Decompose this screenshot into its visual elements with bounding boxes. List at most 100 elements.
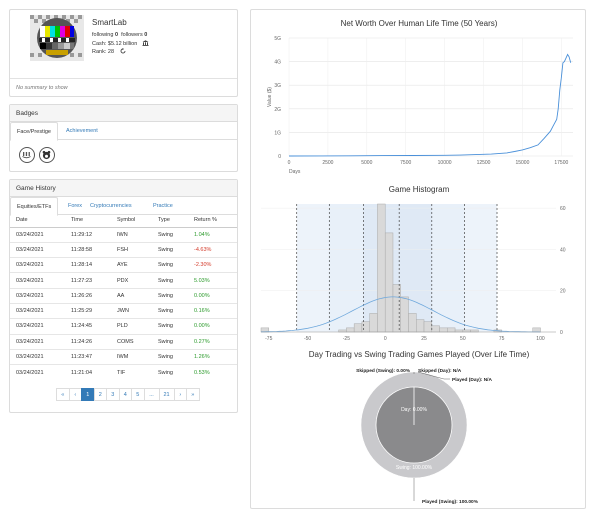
pie-outer-label: Played (Day): N/A xyxy=(452,377,493,383)
x-tick-label: -50 xyxy=(304,336,311,342)
cell-date: 03/24/2021 xyxy=(10,364,65,380)
profile-summary: No summary to show xyxy=(10,78,237,97)
page-link-2[interactable]: 1 xyxy=(81,388,95,401)
page-link-4[interactable]: 3 xyxy=(106,388,120,401)
cell-type: Swing xyxy=(152,241,188,258)
cell-time: 11:25:29 xyxy=(65,302,111,319)
rank-value: Rank: 28 xyxy=(92,49,115,55)
histogram-bar xyxy=(416,319,425,333)
cell-ret: 1.04% xyxy=(188,226,237,243)
x-tick-label: 50 xyxy=(460,336,466,342)
x-tick-label: 0 xyxy=(288,160,291,166)
x-tick-label: -25 xyxy=(343,336,350,342)
cell-symbol: JWN xyxy=(111,302,152,319)
col-return[interactable]: Return % xyxy=(188,214,237,228)
tab-face-prestige[interactable]: Face/Prestige xyxy=(10,122,58,141)
cell-symbol: AA xyxy=(111,287,152,304)
x-tick-label: 0 xyxy=(384,336,387,342)
networth-series-line xyxy=(288,53,572,157)
cell-time: 11:26:26 xyxy=(65,287,111,304)
histogram-bar xyxy=(361,321,370,333)
cell-date: 03/24/2021 xyxy=(10,226,65,243)
y-tick-label: 60 xyxy=(560,206,566,212)
cell-type: Swing xyxy=(152,272,188,289)
cell-type: Swing xyxy=(152,302,188,319)
bank-icon[interactable] xyxy=(142,40,149,46)
tab-practice[interactable]: Practice xyxy=(147,197,179,215)
x-tick-label: 100 xyxy=(536,336,545,342)
col-type[interactable]: Type xyxy=(152,214,188,228)
cell-date: 03/24/2021 xyxy=(10,241,65,258)
table-row[interactable]: 03/24/2021 11:23:47 IWM Swing 1.26% xyxy=(10,348,237,365)
cell-date: 03/24/2021 xyxy=(10,287,65,304)
histogram-bar xyxy=(408,313,417,333)
cash-value: Cash: $5.12 billion xyxy=(92,41,138,47)
following-label[interactable]: following xyxy=(92,32,113,38)
networth-line-chart[interactable]: 0 1G 2G 3G 4G 5G 0 2500 5000 7500 10000 12500 15000 1… xyxy=(251,30,587,200)
cell-symbol: AYE xyxy=(111,257,152,273)
cell-ret: 1.26% xyxy=(188,348,237,365)
tab-achievement[interactable]: Achievement xyxy=(60,122,104,140)
networth-chart-title: Net Worth Over Human Life Time (50 Years… xyxy=(340,19,498,28)
histogram-bar xyxy=(400,296,409,333)
cell-date: 03/24/2021 xyxy=(10,272,65,289)
cell-type: Swing xyxy=(152,333,188,350)
badges-panel: Badges Face/Prestige Achievement xyxy=(9,104,238,172)
histogram-bar xyxy=(431,325,440,333)
badge-piggy-icon[interactable] xyxy=(19,147,35,163)
cell-ret: 0.00% xyxy=(188,318,237,335)
cell-symbol: PLD xyxy=(111,318,152,335)
day-swing-pie-chart[interactable]: Day: 0.00% Swing: 100.00% Skipped (Swing):… xyxy=(251,362,587,510)
table-row[interactable]: 03/24/2021 11:28:58 FSH Swing -4.63% xyxy=(10,241,237,258)
history-title: Game History xyxy=(10,180,237,197)
col-date[interactable]: Date xyxy=(10,214,65,228)
charts-panel: Net Worth Over Human Life Time (50 Years… xyxy=(250,9,586,509)
cell-time: 11:28:58 xyxy=(65,241,111,258)
page-link-8[interactable]: 21 xyxy=(158,388,175,401)
histogram-bar xyxy=(470,329,479,333)
col-time[interactable]: Time xyxy=(65,214,111,228)
table-row[interactable]: 03/24/2021 11:26:26 AA Swing 0.00% xyxy=(10,287,237,304)
y-tick-label: 40 xyxy=(560,247,566,253)
x-tick-label: 15000 xyxy=(515,160,529,166)
table-row[interactable]: 03/24/2021 11:29:12 IWN Swing 1.04% xyxy=(10,226,237,243)
pie-outer-label: Skipped (Day): N/A xyxy=(418,368,462,374)
histogram-bar xyxy=(384,232,394,333)
page-link-5[interactable]: 4 xyxy=(118,388,132,401)
table-row[interactable]: 03/24/2021 11:24:45 PLD Swing 0.00% xyxy=(10,318,237,335)
page-link-7[interactable]: ... xyxy=(143,388,160,401)
x-tick-label: 7500 xyxy=(400,160,411,166)
table-row[interactable]: 03/24/2021 11:28:14 AYE Swing -2.30% xyxy=(10,257,237,273)
page-link-0[interactable]: « xyxy=(56,388,70,401)
page-link-9[interactable]: › xyxy=(173,388,187,401)
game-histogram-chart[interactable]: 0 20 40 60 -75 -50 -25 0 25 50 75 100 xyxy=(251,196,587,351)
page-link-1[interactable]: ‹ xyxy=(68,388,82,401)
cell-date: 03/24/2021 xyxy=(10,333,65,350)
x-tick-label: 5000 xyxy=(361,160,372,166)
table-row[interactable]: 03/24/2021 11:24:26 COMS Swing 0.27% xyxy=(10,333,237,350)
profile-name: SmartLab xyxy=(92,18,127,27)
avatar[interactable] xyxy=(30,15,84,61)
cell-date: 03/24/2021 xyxy=(10,302,65,319)
cell-ret: 0.27% xyxy=(188,333,237,350)
page-link-3[interactable]: 2 xyxy=(93,388,107,401)
histogram-bar xyxy=(353,323,363,333)
table-row[interactable]: 03/24/2021 11:25:29 JWN Swing 0.16% xyxy=(10,302,237,319)
cell-symbol: IWN xyxy=(111,226,152,243)
history-tabs: Equities/ETFs Forex Cryptocurrencies Pra… xyxy=(10,197,237,216)
badge-bear-icon[interactable] xyxy=(39,147,55,163)
followers-label[interactable]: followers xyxy=(121,32,143,38)
inner-swing-label: Swing: 100.00% xyxy=(396,465,433,471)
page-link-6[interactable]: 5 xyxy=(131,388,145,401)
refresh-icon[interactable] xyxy=(120,48,126,54)
x-tick-label: 12500 xyxy=(477,160,491,166)
tab-cryptocurrencies[interactable]: Cryptocurrencies xyxy=(84,197,138,215)
col-symbol[interactable]: Symbol xyxy=(111,214,152,228)
page-link-10[interactable]: » xyxy=(186,388,200,401)
cell-type: Swing xyxy=(152,226,188,243)
histogram-bar xyxy=(447,327,456,333)
table-row[interactable]: 03/24/2021 11:21:04 TIF Swing 0.53% xyxy=(10,364,237,380)
x-tick-label: -75 xyxy=(265,336,272,342)
table-row[interactable]: 03/24/2021 11:27:23 PDX Swing 5.03% xyxy=(10,272,237,289)
follow-stats: following 0 followers 0 xyxy=(92,32,147,38)
